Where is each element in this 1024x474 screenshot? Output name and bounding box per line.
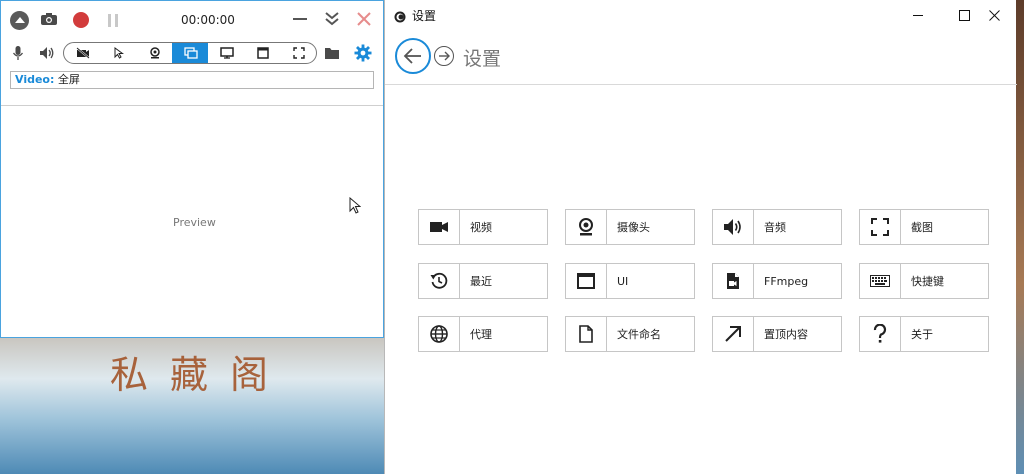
tile-ui[interactable]: UI [565,263,695,299]
tile-ffmpeg[interactable]: FFmpeg [712,263,842,299]
region-icon[interactable] [280,43,316,63]
tile-hotkeys[interactable]: 快捷键 [859,263,989,299]
microphone-icon[interactable] [11,45,25,61]
tile-about[interactable]: 关于 [859,316,989,352]
tile-video[interactable]: 视频 [418,209,548,245]
desktop-wallpaper-edge [1016,0,1024,474]
app-icon [394,8,406,23]
history-icon [419,264,460,298]
cursor-icon[interactable] [100,43,136,63]
tile-screenshot[interactable]: 截图 [859,209,989,245]
video-source-label: Video: [15,73,55,86]
tile-pinned-content[interactable]: 置顶内容 [712,316,842,352]
file-video-icon [713,264,754,298]
tile-label: FFmpeg [764,274,809,288]
wallpaper-text: 私藏阁 [110,353,291,397]
preview-label: Preview [173,216,216,229]
pause-button[interactable] [106,13,120,27]
tile-webcam[interactable]: 摄像头 [565,209,695,245]
collapse-down-icon[interactable] [323,9,341,29]
file-icon [566,317,607,351]
video-source-field[interactable]: Video: 全屏 [10,71,374,89]
recorder-toolbar: 00:00:00 [1,1,383,39]
folder-icon[interactable] [323,45,341,61]
collapse-up-icon[interactable] [10,11,29,30]
recorder-divider [1,105,383,106]
tile-label: 视频 [470,221,492,234]
window-title: 设置 [412,9,437,23]
tile-label: 关于 [911,328,933,341]
tile-label: 摄像头 [617,221,650,234]
tile-recent[interactable]: 最近 [418,263,548,299]
tile-audio[interactable]: 音频 [712,209,842,245]
tile-label: UI [617,274,629,288]
tile-label: 代理 [470,328,492,341]
mouse-cursor-icon [349,196,362,219]
fullscreen-display-icon[interactable] [172,43,208,63]
window-close-button[interactable] [971,0,1017,30]
webcam-icon[interactable] [136,43,172,63]
record-button[interactable] [73,12,89,28]
recorder-window: 00:00:00 Video: 全屏 Preview [0,0,384,338]
recorder-source-row [1,39,383,67]
recording-timer: 00:00:00 [181,13,235,27]
settings-nav: 设置 [385,30,1017,82]
keyboard-icon [860,264,901,298]
tile-file-naming[interactable]: 文件命名 [565,316,695,352]
webcam-icon [566,210,607,244]
gear-icon[interactable] [353,43,373,63]
arrow-up-right-icon [713,317,754,351]
settings-titlebar: 设置 [385,0,1017,30]
screenshot-icon [860,210,901,244]
monitor-icon[interactable] [208,43,244,63]
camera-icon[interactable] [40,12,58,26]
minimize-button[interactable] [291,11,309,27]
window-ui-icon [566,264,607,298]
tile-label: 置顶内容 [764,328,808,341]
video-source-value: 全屏 [57,73,80,86]
no-video-icon[interactable] [64,43,100,63]
speaker-icon [713,210,754,244]
speaker-icon[interactable] [39,45,55,61]
tile-proxy[interactable]: 代理 [418,316,548,352]
question-icon [860,317,901,351]
window-icon[interactable] [244,43,280,63]
tile-label: 音频 [764,221,786,234]
video-camera-icon [419,210,460,244]
tile-label: 文件命名 [617,328,661,341]
tile-label: 快捷键 [911,275,944,288]
capture-mode-selector [63,42,317,64]
nav-divider [385,84,1017,85]
forward-button[interactable] [434,46,454,66]
window-minimize-button[interactable] [895,0,941,30]
settings-window: 设置 设置 视频 摄像头 音频 截图 最近 UI FFmpeg 快捷键 代理 文… [384,0,1017,474]
close-icon[interactable] [355,9,373,29]
tile-label: 截图 [911,221,933,234]
back-button[interactable] [395,38,431,74]
tile-label: 最近 [470,275,492,288]
globe-icon [419,317,460,351]
page-title: 设置 [463,48,502,70]
